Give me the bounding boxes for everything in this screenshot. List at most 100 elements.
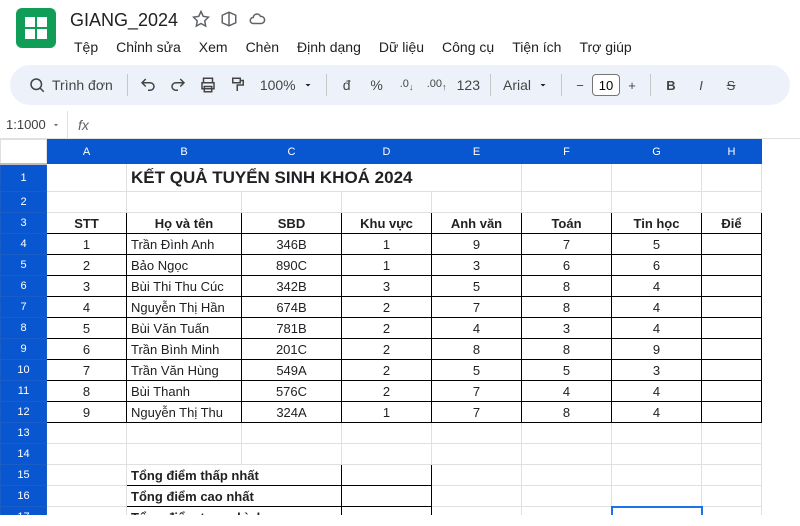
cell-av[interactable]: 7 [432,402,522,423]
menu-format[interactable]: Định dạng [289,35,369,59]
row-header[interactable]: 6 [1,276,47,297]
cell-av[interactable]: 5 [432,276,522,297]
row-header[interactable]: 1 [1,164,47,192]
cell-extra[interactable] [702,318,762,339]
cell-toan[interactable]: 8 [522,339,612,360]
menu-tools[interactable]: Công cụ [434,35,502,59]
more-formats-button[interactable]: 123 [453,71,484,99]
cell-sbd[interactable]: 576C [242,381,342,402]
cell-sbd[interactable]: 674B [242,297,342,318]
col-header-H[interactable]: H [702,140,762,164]
cell-th[interactable]: 4 [612,318,702,339]
cell-stt[interactable]: 6 [47,339,127,360]
hdr-sbd[interactable]: SBD [242,213,342,234]
italic-button[interactable]: I [687,71,715,99]
col-header-A[interactable]: A [47,140,127,164]
spreadsheet-grid[interactable]: A B C D E F G H 1 KẾT QUẢ TUYỂN SINH KHO… [0,139,800,515]
cell-kv[interactable]: 2 [342,297,432,318]
col-header-G[interactable]: G [612,140,702,164]
cell-hoten[interactable]: Trần Đình Anh [127,234,242,255]
cell-extra[interactable] [702,234,762,255]
cell-sbd[interactable]: 890C [242,255,342,276]
format-percent-button[interactable]: % [363,71,391,99]
menu-insert[interactable]: Chèn [238,35,287,59]
cloud-status-icon[interactable] [248,10,266,31]
strikethrough-button[interactable]: S [717,71,745,99]
row-header[interactable]: 9 [1,339,47,360]
bold-button[interactable]: B [657,71,685,99]
row-header[interactable]: 10 [1,360,47,381]
col-header-B[interactable]: B [127,140,242,164]
cell-av[interactable]: 7 [432,297,522,318]
cell-th[interactable]: 5 [612,234,702,255]
menu-help[interactable]: Trợ giúp [571,35,639,59]
cell-th[interactable]: 6 [612,255,702,276]
row-header[interactable]: 8 [1,318,47,339]
cell-th[interactable]: 9 [612,339,702,360]
cell-extra[interactable] [702,402,762,423]
cell-extra[interactable] [702,339,762,360]
hdr-kv[interactable]: Khu vực [342,213,432,234]
search-menus[interactable]: Trình đơn [20,71,121,99]
cell-sbd[interactable]: 549A [242,360,342,381]
menu-edit[interactable]: Chỉnh sửa [108,35,189,59]
menu-data[interactable]: Dữ liệu [371,35,432,59]
increase-decimal-button[interactable]: .00↑ [423,71,451,99]
cell-extra[interactable] [702,255,762,276]
hdr-toan[interactable]: Toán [522,213,612,234]
move-icon[interactable] [220,10,238,31]
cell-kv[interactable]: 2 [342,339,432,360]
col-header-F[interactable]: F [522,140,612,164]
cell-th[interactable]: 4 [612,402,702,423]
cell-th[interactable]: 3 [612,360,702,381]
cell-th[interactable]: 4 [612,276,702,297]
cell-av[interactable]: 5 [432,360,522,381]
col-header-E[interactable]: E [432,140,522,164]
format-currency-button[interactable]: đ [333,71,361,99]
cell-sbd[interactable]: 346B [242,234,342,255]
hdr-av[interactable]: Anh văn [432,213,522,234]
star-icon[interactable] [192,10,210,31]
cell-hoten[interactable]: Bùi Thanh [127,381,242,402]
cell-av[interactable]: 7 [432,381,522,402]
decrease-decimal-button[interactable]: .0↓ [393,71,421,99]
cell-toan[interactable]: 8 [522,276,612,297]
document-title[interactable]: GIANG_2024 [66,8,182,33]
row-header[interactable]: 5 [1,255,47,276]
summary-low[interactable]: Tổng điểm thấp nhất [127,465,342,486]
sheets-logo[interactable] [16,8,56,48]
cell-th[interactable]: 4 [612,297,702,318]
cell-hoten[interactable]: Nguyễn Thị Thu [127,402,242,423]
cell-hoten[interactable]: Bùi Văn Tuấn [127,318,242,339]
cell-stt[interactable]: 4 [47,297,127,318]
col-header-D[interactable]: D [342,140,432,164]
cell-sbd[interactable]: 781B [242,318,342,339]
cell-hoten[interactable]: Trần Văn Hùng [127,360,242,381]
row-header[interactable]: 12 [1,402,47,423]
font-size-input[interactable] [592,74,620,96]
summary-avg[interactable]: Tổng điểm trung bình [127,507,342,516]
cell-kv[interactable]: 1 [342,255,432,276]
summary-high[interactable]: Tổng điểm cao nhất [127,486,342,507]
cell-toan[interactable]: 5 [522,360,612,381]
undo-button[interactable] [134,71,162,99]
cell-stt[interactable]: 7 [47,360,127,381]
hdr-th[interactable]: Tin học [612,213,702,234]
row-header[interactable]: 7 [1,297,47,318]
cell-stt[interactable]: 1 [47,234,127,255]
font-family-select[interactable]: Arial [497,77,555,93]
select-all-corner[interactable] [1,140,47,164]
zoom-select[interactable]: 100% [254,77,320,93]
cell-th[interactable]: 4 [612,381,702,402]
cell-hoten[interactable]: Bảo Ngọc [127,255,242,276]
paint-format-button[interactable] [224,71,252,99]
print-button[interactable] [194,71,222,99]
cell-extra[interactable] [702,381,762,402]
cell-hoten[interactable]: Trần Bình Minh [127,339,242,360]
cell-toan[interactable]: 7 [522,234,612,255]
cell-kv[interactable]: 2 [342,381,432,402]
cell-hoten[interactable]: Bùi Thi Thu Cúc [127,276,242,297]
cell-sbd[interactable]: 201C [242,339,342,360]
cell-extra[interactable] [702,297,762,318]
cell-toan[interactable]: 6 [522,255,612,276]
